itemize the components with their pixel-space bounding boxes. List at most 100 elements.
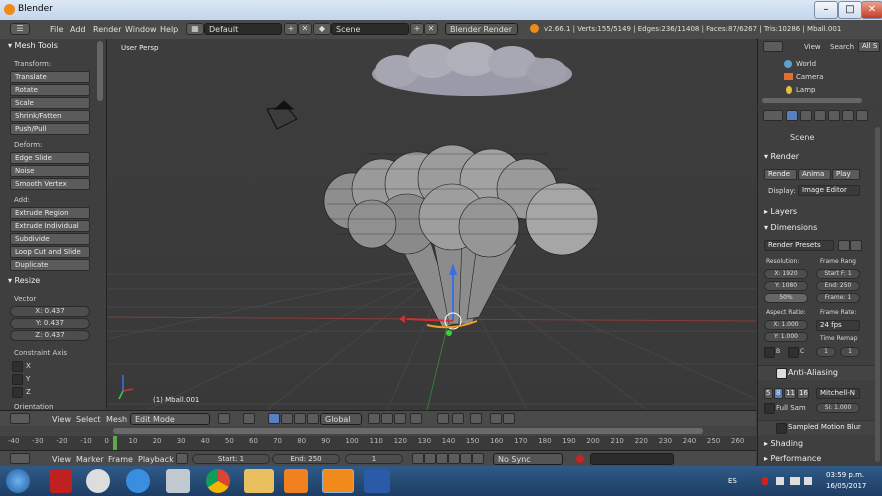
layer-icon-1[interactable] <box>368 413 380 424</box>
add-layout-button[interactable]: + <box>284 23 298 35</box>
render-image-button[interactable]: Rende <box>764 169 797 180</box>
properties-scrollbar[interactable] <box>875 127 880 462</box>
menu-window[interactable]: Window <box>125 25 157 34</box>
remap-new-field[interactable]: 1 <box>840 347 860 357</box>
screen-layout-icon[interactable]: ▦ <box>186 23 204 35</box>
aa-samples-5[interactable]: 5 <box>764 388 773 399</box>
timeline-menu-frame[interactable]: Frame <box>108 455 133 464</box>
start-frame-field[interactable]: Start: 1 <box>192 454 270 464</box>
translate-manip-icon[interactable] <box>281 413 293 424</box>
menu-select[interactable]: Select <box>76 415 101 424</box>
render-panel-header[interactable]: ▾ Render <box>764 152 799 161</box>
tool-shelf-scrollbar[interactable] <box>97 41 103 101</box>
translate-button[interactable]: Translate <box>10 71 90 83</box>
border-checkbox[interactable] <box>764 347 775 358</box>
outliner-menu-search[interactable]: Search <box>830 43 854 51</box>
push-pull-button[interactable]: Push/Pull <box>10 123 90 135</box>
render-animation-button[interactable]: Anima <box>798 169 831 180</box>
vector-x-field[interactable]: X: 0.437 <box>10 306 90 317</box>
object-tab-icon[interactable] <box>828 110 840 121</box>
vector-z-field[interactable]: Z: 0.437 <box>10 330 90 341</box>
cloud-object[interactable] <box>372 42 572 96</box>
blender-taskbar-icon[interactable] <box>322 469 354 493</box>
outliner-item-world[interactable]: World <box>796 60 816 68</box>
outliner-filter-select[interactable]: All S <box>858 41 880 52</box>
noise-button[interactable]: Noise <box>10 165 90 177</box>
preview-range-icon[interactable] <box>176 453 188 464</box>
anti-aliasing-checkbox[interactable] <box>776 368 787 379</box>
render-preview-icon[interactable] <box>470 413 482 424</box>
internet-explorer-icon[interactable] <box>126 469 150 493</box>
aa-samples-11[interactable]: 11 <box>784 388 796 399</box>
edge-slide-button[interactable]: Edge Slide <box>10 152 90 164</box>
anti-aliasing-header[interactable]: Anti-Aliasing <box>788 368 838 377</box>
timeline-menu-view[interactable]: View <box>52 455 71 464</box>
close-button[interactable]: ✕ <box>861 1 882 19</box>
editor-type-icon-properties[interactable] <box>763 110 783 121</box>
manipulator-icon[interactable] <box>268 413 280 424</box>
add-scene-button[interactable]: + <box>410 23 424 35</box>
smooth-vertex-button[interactable]: Smooth Vertex <box>10 178 90 190</box>
fps-select[interactable]: 24 fps <box>816 320 860 331</box>
clock-time[interactable]: 03:59 p.m. <box>826 471 864 479</box>
render-presets-select[interactable]: Render Presets <box>764 240 834 251</box>
shading-icon[interactable] <box>218 413 230 424</box>
extrude-individual-button[interactable]: Extrude Individual <box>10 220 90 232</box>
camera-object[interactable] <box>266 100 298 130</box>
remove-preset-icon[interactable] <box>850 240 862 251</box>
constraint-z-checkbox[interactable] <box>12 387 23 398</box>
dimensions-panel-header[interactable]: ▾ Dimensions <box>764 223 817 232</box>
start-frame-prop-field[interactable]: Start F: 1 <box>816 269 860 279</box>
menu-mesh[interactable]: Mesh <box>106 415 127 424</box>
jump-start-icon[interactable] <box>412 453 424 464</box>
play-reverse-icon[interactable] <box>436 453 448 464</box>
clock-date[interactable]: 16/05/2017 <box>826 482 866 490</box>
motion-blur-checkbox[interactable] <box>776 423 787 434</box>
timeline[interactable]: -40 -30 -20 -10 0 10 20 30 40 50 60 70 80 90 100 110 120… <box>0 426 756 450</box>
frame-step-field[interactable]: Frame: 1 <box>816 293 860 303</box>
shading-panel-header[interactable]: ▸ Shading <box>764 439 803 448</box>
menu-add[interactable]: Add <box>70 25 86 34</box>
snap-target-icon[interactable] <box>452 413 464 424</box>
menu-render[interactable]: Render <box>93 25 121 34</box>
scene-field[interactable]: Scene <box>331 23 409 35</box>
menu-view[interactable]: View <box>52 415 71 424</box>
full-sample-checkbox[interactable] <box>764 403 775 414</box>
aa-filter-select[interactable]: Mitchell-N <box>816 388 860 399</box>
remove-scene-button[interactable]: ✕ <box>424 23 438 35</box>
snap-icon[interactable] <box>437 413 449 424</box>
file-explorer-icon[interactable] <box>244 469 274 493</box>
duplicate-button[interactable]: Duplicate <box>10 259 90 271</box>
scale-manip-icon[interactable] <box>307 413 319 424</box>
minimize-button[interactable]: – <box>814 1 838 19</box>
rotate-button[interactable]: Rotate <box>10 84 90 96</box>
flag-icon[interactable] <box>776 477 784 485</box>
resolution-percent-field[interactable]: 50% <box>764 293 808 303</box>
timeline-scroll-thumb[interactable] <box>113 428 703 434</box>
layer-icon-2[interactable] <box>381 413 393 424</box>
outliner-scrollbar[interactable] <box>762 98 862 103</box>
outliner-item-camera[interactable]: Camera <box>796 73 823 81</box>
play-animation-button[interactable]: Play <box>832 169 860 180</box>
sync-select[interactable]: No Sync <box>493 453 563 465</box>
maximize-button[interactable]: □ <box>838 1 862 19</box>
timeline-menu-playback[interactable]: Playback <box>138 455 174 464</box>
clock-app-icon[interactable] <box>86 469 110 493</box>
aa-samples-16[interactable]: 16 <box>797 388 809 399</box>
vector-y-field[interactable]: Y: 0.437 <box>10 318 90 329</box>
rotate-manip-icon[interactable] <box>294 413 306 424</box>
performance-panel-header[interactable]: ▸ Performance <box>764 454 821 463</box>
outliner-item-lamp[interactable]: Lamp <box>796 86 815 94</box>
start-button[interactable] <box>6 469 30 493</box>
3d-viewport[interactable]: User Persp (1) Mball.001 <box>107 39 756 410</box>
pivot-icon[interactable] <box>243 413 255 424</box>
subdivide-button[interactable]: Subdivide <box>10 233 90 245</box>
volume-icon[interactable] <box>804 477 812 485</box>
jump-key-back-icon[interactable] <box>424 453 436 464</box>
mode-select[interactable]: Edit Mode <box>130 413 210 425</box>
chrome-icon[interactable] <box>206 469 230 493</box>
editor-type-icon-timeline[interactable] <box>10 453 30 464</box>
network-app-icon[interactable] <box>166 469 190 493</box>
editor-type-icon[interactable]: ☰ <box>10 23 30 35</box>
scene-tab-icon[interactable] <box>800 110 812 121</box>
